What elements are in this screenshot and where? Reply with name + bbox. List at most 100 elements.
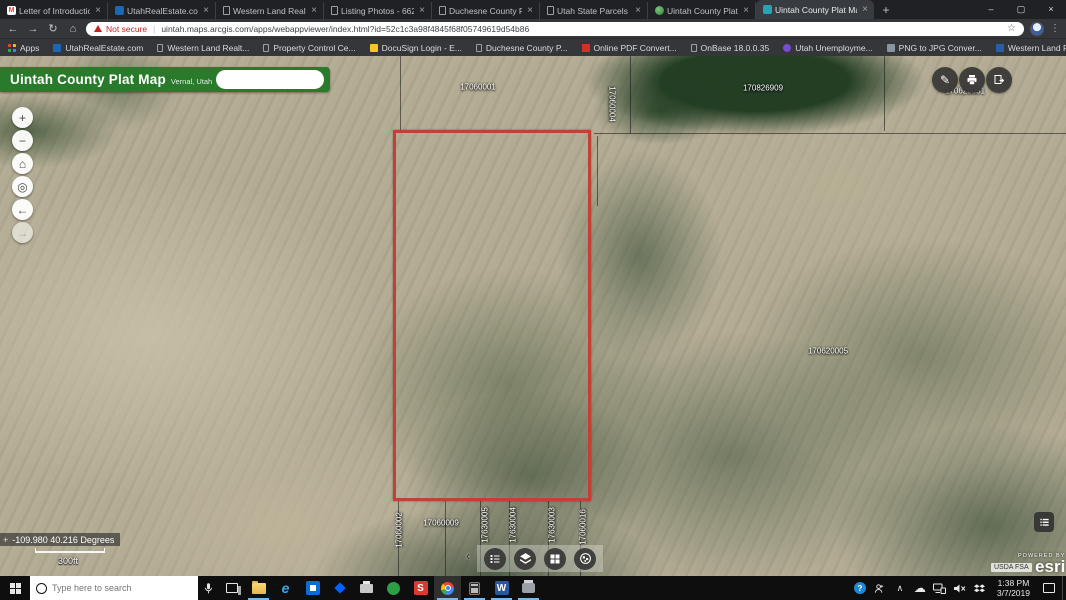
toolbar-collapse-icon[interactable]: ‹ — [466, 548, 470, 563]
url-text[interactable]: uintah.maps.arcgis.com/apps/webappviewer… — [161, 24, 1007, 34]
taskbar-app-task-view[interactable] — [218, 576, 245, 600]
taskbar-app-edge[interactable]: e — [272, 576, 299, 600]
address-bar[interactable]: Not secure | uintah.maps.arcgis.com/apps… — [86, 22, 1024, 36]
onedrive-icon[interactable]: ☁ — [911, 576, 929, 600]
microphone-icon[interactable] — [198, 582, 218, 595]
map-search-input[interactable] — [216, 70, 324, 89]
forward-icon[interactable]: → — [26, 23, 40, 35]
tab-close-icon[interactable]: × — [525, 5, 535, 16]
print-button[interactable] — [959, 67, 985, 93]
browser-tab[interactable]: MLetter of Introduction - ge...× — [0, 2, 108, 19]
draw-button[interactable] — [574, 548, 596, 570]
taskbar-app-word[interactable]: W — [488, 576, 515, 600]
bookmark-item[interactable]: Online PDF Convert... — [582, 43, 677, 53]
page-favicon-icon — [439, 6, 446, 15]
bookmark-item[interactable]: DocuSign Login - E... — [370, 43, 462, 53]
tab-close-icon[interactable]: × — [741, 5, 751, 16]
home-icon[interactable]: ⌂ — [66, 23, 80, 35]
task-view-icon — [226, 583, 238, 593]
browser-tab[interactable]: Western Land Realty, Inc. A...× — [216, 2, 324, 19]
bookmark-item[interactable]: Western Land Realt... — [157, 43, 249, 53]
start-button[interactable] — [0, 576, 30, 600]
parcel-label: 170620005 — [808, 347, 848, 356]
page-subtitle: Vernal, Utah — [171, 77, 212, 86]
widget-toolbar — [477, 545, 603, 572]
taskbar-clock[interactable]: 1:38 PM 3/7/2019 — [991, 578, 1036, 598]
parcel-label: 17630005 — [481, 507, 490, 543]
browser-tab[interactable]: UtahRealEstate.com | WFR...× — [108, 2, 216, 19]
bookmark-star-icon[interactable]: ☆ — [1007, 23, 1016, 34]
bookmark-item[interactable]: UtahRealEstate.com — [53, 43, 143, 53]
profile-avatar[interactable] — [1030, 22, 1044, 36]
bookmark-item[interactable]: PNG to JPG Conver... — [887, 43, 982, 53]
people-icon[interactable] — [871, 576, 889, 600]
tab-close-icon[interactable]: × — [417, 5, 427, 16]
bookmark-item[interactable]: Duchesne County P... — [476, 43, 568, 53]
esri-logo: POWERED BY esri — [1018, 553, 1065, 576]
help-icon[interactable]: ? — [851, 576, 869, 600]
bookmark-item[interactable]: Utah Unemployme... — [783, 43, 872, 53]
globe-favicon-icon — [655, 6, 664, 15]
browser-tab[interactable]: Uintah County Plat map× — [648, 2, 756, 19]
security-label[interactable]: Not secure — [106, 24, 147, 34]
taskbar-app-smartsheet[interactable]: S — [407, 576, 434, 600]
tab-close-icon[interactable]: × — [633, 5, 643, 16]
locate-button[interactable]: ◎ — [12, 176, 33, 197]
tab-close-icon[interactable]: × — [860, 4, 870, 15]
taskbar-app-chrome[interactable] — [434, 576, 461, 600]
taskbar-search[interactable] — [30, 576, 198, 600]
section-line — [597, 136, 598, 206]
tab-close-icon[interactable]: × — [93, 5, 103, 16]
maximize-button[interactable]: ▢ — [1006, 0, 1036, 19]
close-button[interactable]: × — [1036, 0, 1066, 19]
zoom-in-button[interactable]: + — [12, 107, 33, 128]
new-tab-button[interactable]: + — [874, 2, 898, 19]
mls-bookmark-icon — [53, 44, 61, 52]
crosshair-icon[interactable]: + — [3, 535, 8, 545]
legend-button[interactable] — [484, 548, 506, 570]
zoom-out-button[interactable]: − — [12, 130, 33, 151]
bookmark-label: PNG to JPG Conver... — [899, 43, 982, 53]
browser-tab[interactable]: Utah State Parcels× — [540, 2, 648, 19]
taskbar-app-dropbox[interactable] — [326, 576, 353, 600]
show-desktop-button[interactable] — [1062, 576, 1066, 600]
browser-tab[interactable]: Listing Photos - 6626752 -...× — [324, 2, 432, 19]
action-center-icon[interactable] — [1038, 576, 1060, 600]
taskbar-search-input[interactable] — [52, 583, 192, 593]
bookmark-item[interactable]: Property Control Ce... — [263, 43, 355, 53]
minimize-button[interactable]: – — [976, 0, 1006, 19]
taskbar-app-calculator[interactable] — [461, 576, 488, 600]
system-tray: ? ∧ ☁ 1:38 PM 3/7/2019 — [851, 576, 1066, 600]
back-icon[interactable]: ← — [6, 23, 20, 35]
dropbox-tray-icon[interactable] — [971, 576, 989, 600]
taskbar-app-fax[interactable] — [515, 576, 542, 600]
taskbar-app-file-explorer[interactable] — [245, 576, 272, 600]
previous-extent-button[interactable]: ← — [12, 199, 33, 220]
browser-tab[interactable]: Uintah County Plat Map× — [756, 0, 874, 19]
selected-parcel-outline[interactable] — [393, 130, 591, 501]
export-button[interactable] — [986, 67, 1012, 93]
reload-icon[interactable]: ↻ — [46, 22, 60, 35]
bookmark-item[interactable]: OnBase 18.0.0.35 — [691, 43, 770, 53]
home-button[interactable]: ⌂ — [12, 153, 33, 174]
tab-title: Uintah County Plat map — [667, 6, 738, 16]
tab-close-icon[interactable]: × — [309, 5, 319, 16]
taskbar-app-green-app[interactable] — [380, 576, 407, 600]
page-bookmark-icon — [476, 44, 482, 52]
layers-button[interactable] — [514, 548, 536, 570]
taskbar-app-microsoft-store[interactable] — [299, 576, 326, 600]
basemap-gallery-button[interactable] — [544, 548, 566, 570]
hidden-icons-chevron[interactable]: ∧ — [891, 576, 909, 600]
attribute-table-button[interactable] — [1034, 512, 1054, 532]
map-viewport[interactable]: 1706000117082690917060004170620051170620… — [0, 56, 1066, 576]
bookmark-item[interactable]: Apps — [8, 43, 39, 53]
browser-tab[interactable]: Duchesne County Parcel Vie...× — [432, 2, 540, 19]
tab-close-icon[interactable]: × — [201, 5, 211, 16]
taskbar-app-printer-app[interactable] — [353, 576, 380, 600]
browser-menu-icon[interactable]: ⋮ — [1050, 23, 1060, 34]
measure-button[interactable]: ✎ — [932, 67, 958, 93]
network-display-icon[interactable] — [931, 576, 949, 600]
volume-muted-icon[interactable] — [951, 576, 969, 600]
bookmark-item[interactable]: Western Land Realt... — [996, 43, 1066, 53]
esri-wordmark: esri — [1035, 557, 1065, 576]
